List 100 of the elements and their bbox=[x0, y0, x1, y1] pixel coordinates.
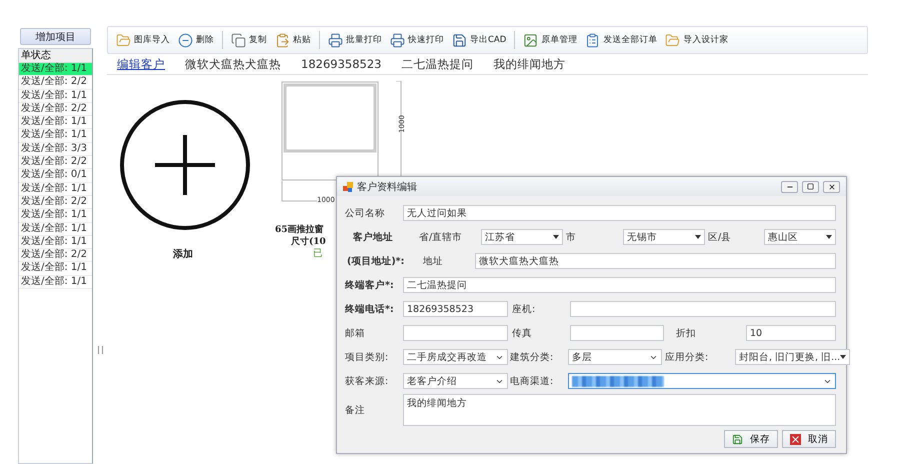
save-icon bbox=[732, 434, 744, 444]
status-row[interactable]: 发送/全部: 1/1 bbox=[19, 276, 92, 290]
toolbar-button[interactable]: 粘贴 bbox=[271, 32, 315, 48]
toolbar-button[interactable]: 导出CAD bbox=[448, 32, 510, 48]
caret-icon bbox=[695, 235, 701, 239]
image-icon bbox=[523, 32, 538, 48]
status-row[interactable]: 发送/全部: 2/2 bbox=[19, 102, 92, 116]
field-label: 获客来源: bbox=[345, 376, 388, 386]
field-label: 项目类别: bbox=[345, 352, 388, 362]
splitter-grip[interactable] bbox=[98, 346, 102, 354]
notes-field[interactable]: 我的绯闻地方 bbox=[403, 394, 836, 426]
minus-icon bbox=[178, 32, 193, 48]
field-label: 省/直辖市 bbox=[419, 232, 462, 242]
customer-info-text: 二七温热提问 bbox=[401, 56, 474, 72]
status-row[interactable]: 发送/全部: 1/1 bbox=[19, 116, 92, 130]
province-dropdown[interactable]: 江苏省 bbox=[481, 229, 563, 245]
field-label: 应用分类: bbox=[665, 352, 708, 362]
status-row[interactable]: 发送/全部: 1/1 bbox=[19, 63, 92, 76]
status-row[interactable]: 发送/全部: 2/2 bbox=[19, 156, 92, 170]
field-label: 座机: bbox=[512, 304, 536, 314]
field-label: 备注 bbox=[345, 404, 365, 416]
maximize-icon bbox=[807, 183, 814, 190]
edit-customer-link[interactable]: 编辑客户 bbox=[117, 56, 165, 72]
paste-icon bbox=[275, 32, 290, 48]
status-row[interactable]: 发送/全部: 2/2 bbox=[19, 76, 92, 90]
phone-field[interactable]: 18269358523 bbox=[403, 301, 508, 317]
status-row[interactable]: 发送/全部: 0/1 bbox=[19, 169, 92, 183]
dialog-title: 客户资料编辑 bbox=[357, 180, 418, 194]
status-row[interactable]: 发送/全部: 1/1 bbox=[19, 222, 92, 236]
channel-dropdown[interactable] bbox=[568, 373, 836, 389]
landline-field[interactable] bbox=[570, 301, 836, 317]
district-dropdown[interactable]: 惠山区 bbox=[764, 229, 836, 245]
toolbar-button[interactable]: 批量打印 bbox=[324, 32, 386, 48]
status-row[interactable]: 发送/全部: 1/1 bbox=[19, 90, 92, 103]
status-text: 已 bbox=[313, 247, 323, 260]
save-icon bbox=[452, 32, 467, 48]
minimize-button[interactable] bbox=[781, 180, 798, 192]
status-row[interactable]: 发送/全部: 2/2 bbox=[19, 196, 92, 210]
field-label: (项目地址)*: bbox=[347, 256, 404, 266]
close-button[interactable] bbox=[823, 180, 840, 192]
column-header: 单状态 bbox=[19, 49, 92, 63]
customer-info-text: 微软犬瘟热犬瘟热 bbox=[185, 56, 281, 72]
folder-icon bbox=[665, 32, 680, 48]
maximize-button[interactable] bbox=[802, 180, 819, 192]
project-type-dropdown[interactable]: 二手房成交再改造 bbox=[403, 349, 508, 365]
status-row[interactable]: 发送/全部: 2/2 bbox=[19, 249, 92, 262]
end-customer-field[interactable]: 二七温热提问 bbox=[403, 277, 836, 293]
address-field[interactable]: 微软犬瘟热犬瘟热 bbox=[475, 253, 836, 269]
status-row[interactable]: 发送/全部: 1/1 bbox=[19, 262, 92, 276]
folder-icon bbox=[116, 32, 131, 48]
field-label: 终端电话*: bbox=[345, 304, 394, 314]
application-dropdown[interactable]: 封阳台, 旧门更换, 旧... bbox=[735, 349, 850, 365]
email-field[interactable] bbox=[403, 325, 508, 341]
field-label: 区/县 bbox=[708, 232, 732, 242]
field-label: 电商渠道: bbox=[510, 376, 554, 386]
close-icon bbox=[828, 182, 836, 190]
toolbar-button[interactable]: 导入设计家 bbox=[661, 32, 732, 48]
app-icon bbox=[343, 182, 353, 192]
status-row[interactable]: 发送/全部: 3/3 bbox=[19, 142, 92, 156]
building-type-dropdown[interactable]: 多层 bbox=[568, 349, 662, 365]
window-caption: 65画推拉窗 bbox=[275, 223, 324, 236]
field-label: 终端客户*: bbox=[345, 280, 394, 290]
add-label: 添加 bbox=[173, 248, 193, 261]
field-label: 折扣 bbox=[676, 328, 696, 338]
toolbar-button[interactable]: 复制 bbox=[227, 32, 271, 48]
printer-icon bbox=[328, 32, 343, 48]
toolbar-button[interactable]: 删除 bbox=[174, 32, 218, 48]
field-label: 建筑分类: bbox=[510, 352, 554, 362]
company-name-field[interactable]: 无人过问如果 bbox=[403, 205, 836, 221]
close-icon bbox=[790, 434, 802, 444]
discount-field[interactable]: 10 bbox=[746, 325, 836, 341]
window-caption: 尺寸(10 bbox=[291, 235, 326, 248]
status-row[interactable]: 发送/全部: 1/1 bbox=[19, 129, 92, 143]
toolbar-button[interactable]: 原单管理 bbox=[519, 32, 582, 48]
printer-icon bbox=[390, 32, 405, 48]
customer-info-text: 我的绯闻地方 bbox=[493, 56, 566, 72]
status-row[interactable]: 发送/全部: 1/1 bbox=[19, 209, 92, 223]
field-label: 市 bbox=[566, 232, 576, 242]
toolbar-button[interactable]: 发送全部订单 bbox=[581, 32, 662, 48]
caret-icon bbox=[840, 355, 846, 359]
source-dropdown[interactable]: 老客户介绍 bbox=[403, 373, 508, 389]
add-circle-icon[interactable] bbox=[119, 99, 251, 231]
fax-field[interactable] bbox=[570, 325, 664, 341]
caret-icon bbox=[826, 235, 832, 239]
field-label: 邮箱 bbox=[345, 328, 365, 338]
customer-info-text: 18269358523 bbox=[301, 57, 382, 71]
status-row[interactable]: 发送/全部: 1/1 bbox=[19, 182, 92, 196]
toolbar-button[interactable]: 图库导入 bbox=[112, 32, 174, 48]
field-label: 地址 bbox=[423, 256, 443, 266]
city-dropdown[interactable]: 无锡市 bbox=[623, 229, 705, 245]
add-item-button[interactable]: 增加项目 bbox=[20, 28, 91, 45]
copy-icon bbox=[231, 32, 246, 48]
field-label: 传真 bbox=[512, 328, 532, 338]
clipboard-icon bbox=[585, 32, 600, 48]
cancel-button[interactable]: 取消 bbox=[782, 430, 836, 448]
save-button[interactable]: 保存 bbox=[724, 430, 778, 448]
status-row[interactable]: 发送/全部: 1/1 bbox=[19, 236, 92, 250]
toolbar-button[interactable]: 快速打印 bbox=[386, 32, 448, 48]
field-label: 公司名称 bbox=[345, 208, 385, 218]
caret-icon bbox=[553, 235, 559, 239]
